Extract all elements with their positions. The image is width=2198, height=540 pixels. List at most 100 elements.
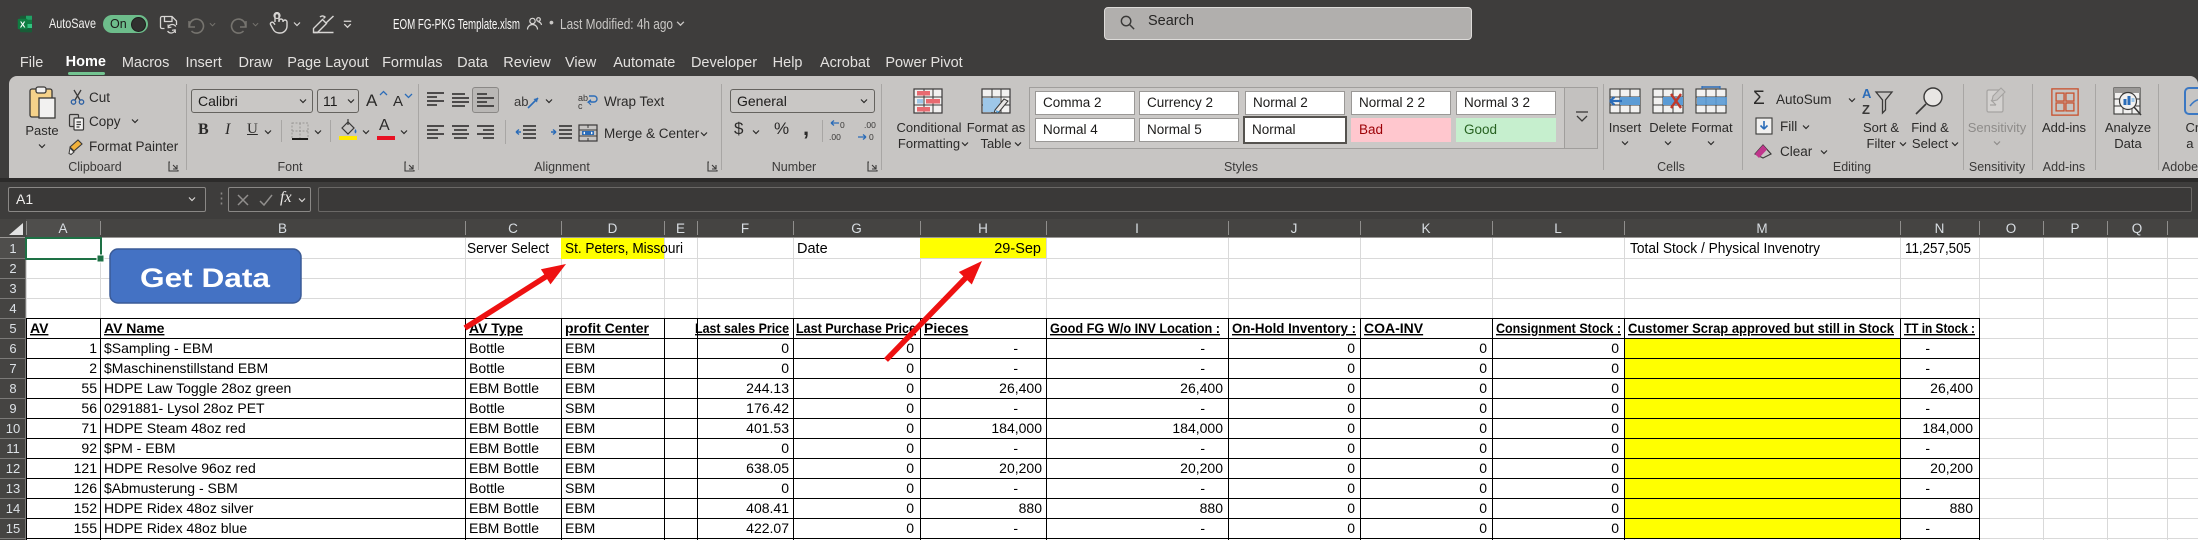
svg-text:Bottle: Bottle bbox=[469, 340, 505, 356]
svg-text:Customer Scrap approved but st: Customer Scrap approved but still in Sto… bbox=[1628, 320, 1894, 336]
svg-text:14: 14 bbox=[6, 501, 20, 516]
svg-text:0: 0 bbox=[781, 360, 789, 376]
svg-text:638.05: 638.05 bbox=[746, 460, 789, 476]
svg-text:0: 0 bbox=[906, 500, 914, 516]
svg-text:1: 1 bbox=[89, 340, 97, 356]
svg-text:10: 10 bbox=[6, 421, 20, 436]
svg-text:71: 71 bbox=[81, 420, 97, 436]
svg-text:-: - bbox=[1013, 340, 1018, 356]
svg-text:0: 0 bbox=[906, 400, 914, 416]
svg-text:20,200: 20,200 bbox=[1930, 460, 1973, 476]
svg-text:20,200: 20,200 bbox=[1180, 460, 1223, 476]
svg-text:11: 11 bbox=[6, 441, 20, 456]
svg-text:0: 0 bbox=[1479, 460, 1487, 476]
svg-text:0: 0 bbox=[840, 120, 845, 130]
svg-text:401.53: 401.53 bbox=[746, 420, 789, 436]
svg-text:0: 0 bbox=[906, 520, 914, 536]
svg-text:$Abmusterung - SBM: $Abmusterung - SBM bbox=[104, 480, 238, 496]
svg-text:SBM: SBM bbox=[565, 480, 595, 496]
svg-text:0: 0 bbox=[781, 440, 789, 456]
svg-text:Server Select: Server Select bbox=[467, 241, 549, 257]
svg-text:AV Name: AV Name bbox=[104, 320, 165, 336]
svg-text:176.42: 176.42 bbox=[746, 400, 789, 416]
svg-text:-: - bbox=[1013, 360, 1018, 376]
svg-text:5: 5 bbox=[9, 321, 16, 336]
svg-text:0: 0 bbox=[906, 360, 914, 376]
svg-text:profit Center: profit Center bbox=[565, 320, 650, 336]
svg-text:Z: Z bbox=[1862, 102, 1870, 117]
svg-text:Date: Date bbox=[797, 241, 828, 257]
svg-text:-: - bbox=[1200, 340, 1205, 356]
svg-text:0: 0 bbox=[1479, 440, 1487, 456]
svg-text:0: 0 bbox=[1347, 380, 1355, 396]
svg-text:Bottle: Bottle bbox=[469, 480, 505, 496]
svg-text:92: 92 bbox=[81, 440, 97, 456]
svg-text:Last Purchase Price: Last Purchase Price bbox=[796, 320, 916, 336]
svg-text:184,000: 184,000 bbox=[991, 420, 1042, 436]
svg-text:26,400: 26,400 bbox=[1930, 380, 1973, 396]
svg-text:C: C bbox=[508, 221, 518, 236]
svg-text:Good FG W/o INV Location :: Good FG W/o INV Location : bbox=[1050, 320, 1220, 336]
svg-text:880: 880 bbox=[1019, 500, 1043, 516]
svg-text:EBM Bottle: EBM Bottle bbox=[469, 440, 539, 456]
svg-text:O: O bbox=[2006, 221, 2017, 236]
svg-text:0: 0 bbox=[1347, 480, 1355, 496]
svg-text:880: 880 bbox=[1200, 500, 1224, 516]
svg-text:EBM: EBM bbox=[565, 520, 595, 536]
svg-text:G: G bbox=[851, 221, 862, 236]
svg-text:EBM Bottle: EBM Bottle bbox=[469, 420, 539, 436]
svg-text:-: - bbox=[1925, 440, 1930, 456]
svg-text:7: 7 bbox=[9, 361, 16, 376]
svg-text:HDPE Law Toggle 28oz green: HDPE Law Toggle 28oz green bbox=[104, 380, 291, 396]
svg-text:0: 0 bbox=[1479, 380, 1487, 396]
svg-text:0: 0 bbox=[1611, 420, 1619, 436]
svg-text:0: 0 bbox=[1611, 340, 1619, 356]
svg-text:56: 56 bbox=[81, 400, 97, 416]
svg-text:EBM: EBM bbox=[565, 360, 595, 376]
svg-text:Consignment Stock :: Consignment Stock : bbox=[1496, 320, 1621, 336]
svg-text:-: - bbox=[1013, 440, 1018, 456]
svg-text:-: - bbox=[1013, 480, 1018, 496]
svg-text:COA-INV: COA-INV bbox=[1364, 320, 1424, 336]
svg-text:0: 0 bbox=[1479, 520, 1487, 536]
svg-text:12: 12 bbox=[6, 461, 20, 476]
svg-text:0: 0 bbox=[1479, 360, 1487, 376]
svg-text:A: A bbox=[1862, 86, 1872, 101]
svg-text:55: 55 bbox=[81, 380, 97, 396]
svg-text:EBM: EBM bbox=[565, 380, 595, 396]
svg-text:29-Sep: 29-Sep bbox=[994, 241, 1041, 257]
svg-text:0: 0 bbox=[1611, 520, 1619, 536]
svg-text:-: - bbox=[1925, 340, 1930, 356]
svg-text:B: B bbox=[278, 221, 287, 236]
svg-text:EBM Bottle: EBM Bottle bbox=[469, 500, 539, 516]
svg-text:4: 4 bbox=[9, 301, 16, 316]
svg-text:0: 0 bbox=[906, 340, 914, 356]
svg-text:0: 0 bbox=[1347, 520, 1355, 536]
svg-text:HDPE Resolve 96oz red: HDPE Resolve 96oz red bbox=[104, 460, 256, 476]
svg-text:EBM Bottle: EBM Bottle bbox=[469, 520, 539, 536]
svg-text:0: 0 bbox=[1347, 440, 1355, 456]
svg-text:0: 0 bbox=[1347, 400, 1355, 416]
svg-text:$Sampling - EBM: $Sampling - EBM bbox=[104, 340, 213, 356]
svg-text:EBM: EBM bbox=[565, 500, 595, 516]
svg-text:K: K bbox=[1421, 221, 1430, 236]
svg-text:ab: ab bbox=[514, 94, 528, 109]
svg-text:Last sales Price: Last sales Price bbox=[695, 320, 789, 336]
svg-text:184,000: 184,000 bbox=[1172, 420, 1223, 436]
svg-text:0: 0 bbox=[1479, 400, 1487, 416]
svg-text:0: 0 bbox=[1479, 480, 1487, 496]
svg-text:EBM: EBM bbox=[565, 460, 595, 476]
svg-text:0: 0 bbox=[906, 420, 914, 436]
svg-text:0: 0 bbox=[869, 132, 874, 142]
svg-text:126: 126 bbox=[74, 480, 98, 496]
svg-text:EBM Bottle: EBM Bottle bbox=[469, 380, 539, 396]
svg-text:2: 2 bbox=[89, 360, 97, 376]
svg-text:.00: .00 bbox=[829, 132, 841, 142]
svg-text:0: 0 bbox=[906, 380, 914, 396]
svg-text:-: - bbox=[1925, 360, 1930, 376]
svg-text:.00: .00 bbox=[864, 120, 876, 130]
svg-text:EBM: EBM bbox=[565, 340, 595, 356]
svg-text:X: X bbox=[20, 20, 26, 29]
svg-text:-: - bbox=[1925, 520, 1930, 536]
svg-text:Pieces: Pieces bbox=[924, 320, 969, 336]
